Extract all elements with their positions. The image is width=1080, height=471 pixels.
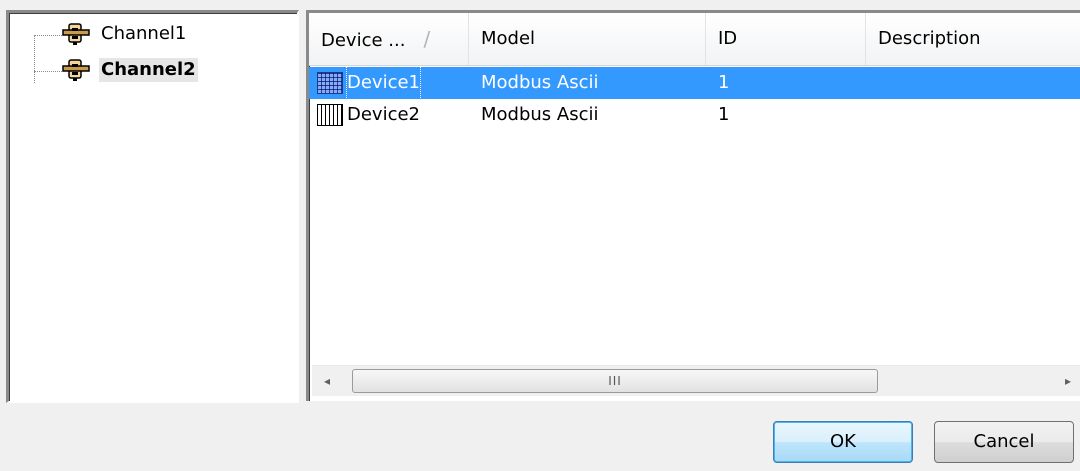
column-header-model[interactable]: Model [469,13,706,65]
tree-connector-line [34,35,62,36]
tree-item-label: Channel1 [101,23,187,44]
column-header-label: Model [481,28,536,49]
scroll-left-arrow-icon[interactable]: ◂ [312,366,342,396]
ok-button[interactable]: OK [773,421,913,463]
sort-indicator-icon: / [423,27,431,51]
channel-plug-icon [62,23,90,45]
column-header-description[interactable]: Description [866,13,1080,65]
column-header-device[interactable]: Device ... / [309,13,469,65]
device-list[interactable]: Device ... / Model ID Description Device1… [306,10,1080,401]
channel-plug-icon [62,59,90,81]
device-icon [317,72,343,94]
tree-connector-line [34,71,62,72]
column-header-row: Device ... / Model ID Description [309,13,1080,66]
tree-item-channel1[interactable]: Channel1 [61,21,188,47]
column-header-id[interactable]: ID [706,13,866,65]
column-header-label: Description [878,28,981,49]
tree-connector-line [34,35,35,83]
cell-device-name: Device2 [347,104,421,125]
table-row[interactable]: Device1 Modbus Ascii 1 [309,66,1080,100]
horizontal-scrollbar[interactable]: ◂ III ▸ [312,365,1080,396]
tree-item-channel2[interactable]: Channel2 [61,57,198,83]
device-icon [317,104,343,126]
column-header-label: ID [718,28,738,49]
scroll-right-arrow-icon[interactable]: ▸ [1053,366,1080,396]
cell-device-name: Device1 [345,66,422,100]
scrollbar-thumb[interactable]: III [352,369,878,393]
cell-model: Modbus Ascii [481,72,599,93]
table-row[interactable]: Device2 Modbus Ascii 1 [309,99,1080,131]
cell-id: 1 [718,104,730,125]
cell-id: 1 [718,72,730,93]
column-header-label: Device ... [321,30,406,51]
cancel-button[interactable]: Cancel [934,421,1074,463]
cell-model: Modbus Ascii [481,104,599,125]
tree-item-label: Channel2 [99,58,198,82]
channel-tree[interactable]: Channel1 Channel2 [6,10,299,403]
